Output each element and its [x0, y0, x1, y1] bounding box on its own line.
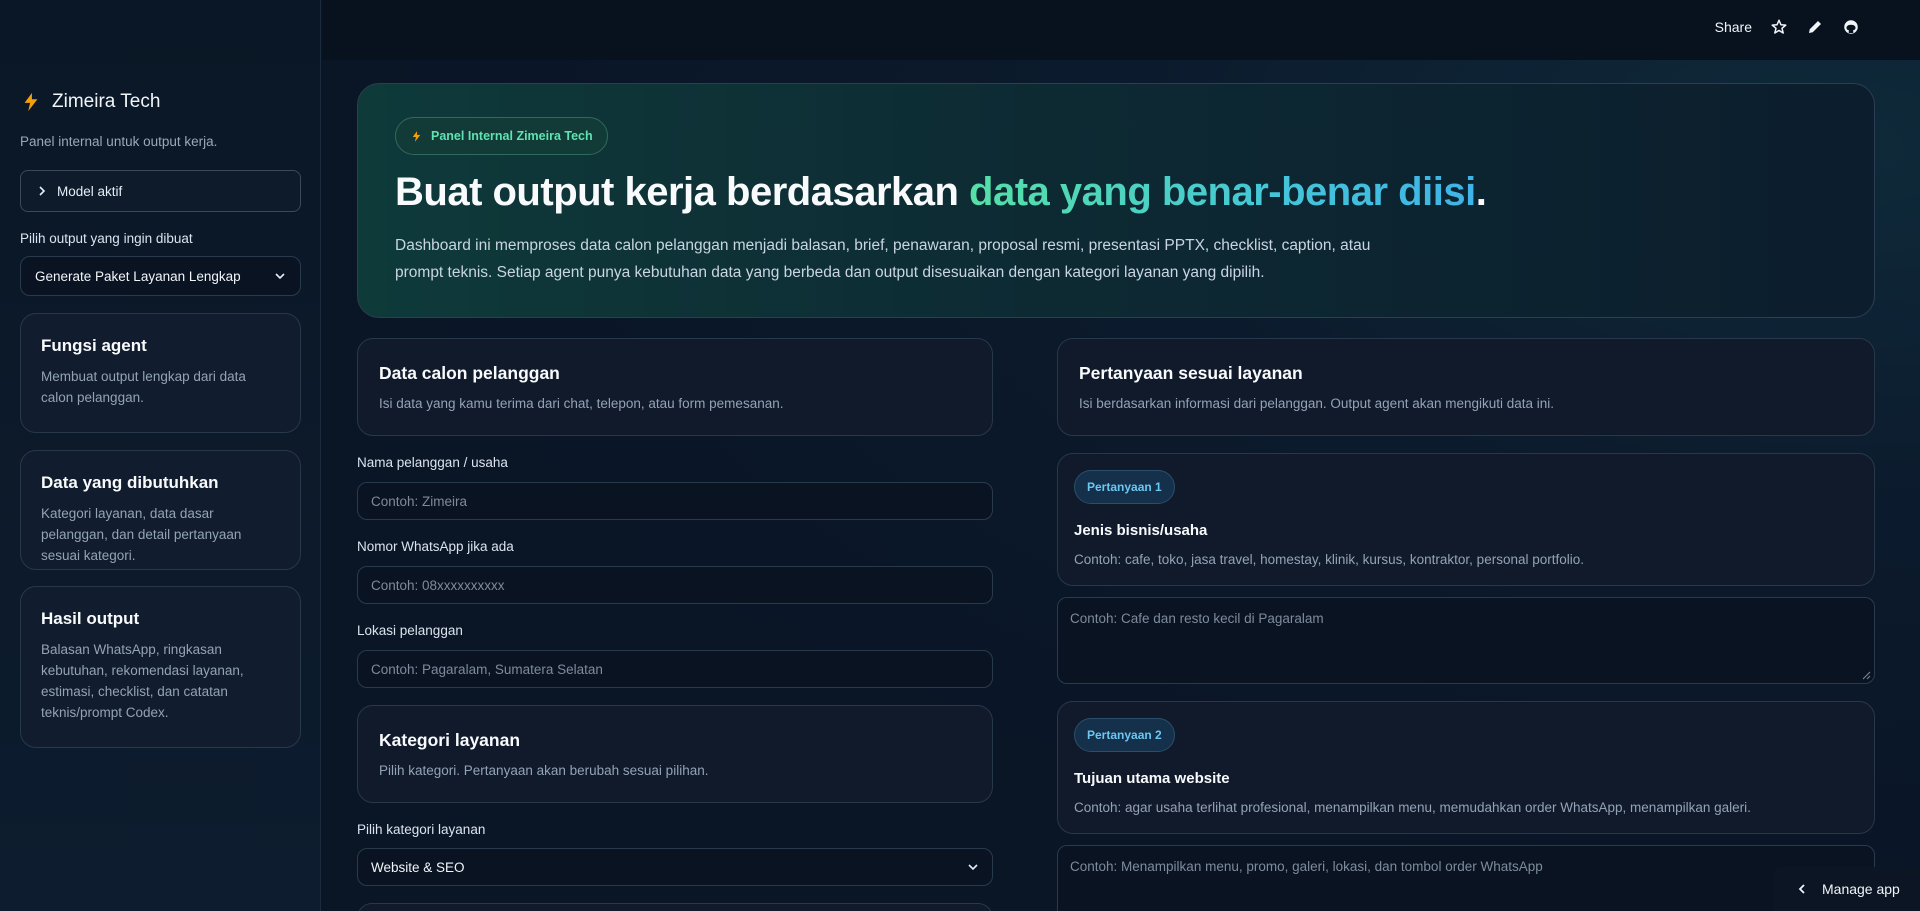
sidebar-card-data: Data yang dibutuhkan Kategori layanan, d… [20, 450, 301, 570]
output-select-label: Pilih output yang ingin dibuat [20, 231, 193, 246]
sidebar-card-title: Hasil output [41, 609, 140, 628]
github-icon[interactable] [1842, 18, 1860, 36]
name-label: Nama pelanggan / usaha [357, 455, 508, 470]
category-panel-subtitle: Pilih kategori. Pertanyaan akan berubah … [379, 763, 709, 778]
question-hint: Contoh: agar usaha terlihat profesional,… [1074, 800, 1751, 815]
question-card-2: Pertanyaan 2 Tujuan utama website Contoh… [1057, 701, 1875, 834]
question-badge: Pertanyaan 1 [1074, 470, 1175, 504]
category-panel: Kategori layanan Pilih kategori. Pertany… [357, 705, 993, 803]
questions-panel: Pertanyaan sesuai layanan Isi berdasarka… [1057, 338, 1875, 436]
lightning-icon [412, 130, 421, 142]
sidebar-card-text: Balasan WhatsApp, ringkasan kebutuhan, r… [41, 642, 244, 720]
chevron-down-icon [968, 864, 978, 871]
sidebar-card-hasil: Hasil output Balasan WhatsApp, ringkasan… [20, 586, 301, 748]
whatsapp-label: Nomor WhatsApp jika ada [357, 539, 514, 554]
next-panel-edge [357, 903, 993, 911]
question-title: Tujuan utama website [1074, 770, 1230, 787]
brand-title: Zimeira Tech [52, 91, 161, 112]
sidebar-card-fungsi: Fungsi agent Membuat output lengkap dari… [20, 313, 301, 433]
hero-title-end: . [1475, 170, 1487, 214]
lightning-icon [24, 92, 38, 112]
customer-panel: Data calon pelanggan Isi data yang kamu … [357, 338, 993, 436]
top-actions: Share [1715, 18, 1860, 36]
manage-app-button[interactable]: Manage app [1774, 867, 1920, 911]
customer-panel-title: Data calon pelanggan [379, 363, 560, 383]
star-icon[interactable] [1770, 18, 1788, 36]
category-select-value: Website & SEO [371, 859, 465, 875]
chevron-down-icon [275, 273, 285, 280]
hero-title-start: Buat output kerja berdasarkan [395, 170, 970, 214]
hero-badge: Panel Internal Zimeira Tech [395, 117, 608, 155]
sidebar-card-title: Data yang dibutuhkan [41, 473, 219, 492]
location-label: Lokasi pelanggan [357, 623, 463, 638]
question-2-textarea[interactable]: Contoh: Menampilkan menu, promo, galeri,… [1057, 845, 1875, 911]
category-select-label: Pilih kategori layanan [357, 822, 486, 837]
chevron-right-icon [39, 186, 46, 196]
output-select-value: Generate Paket Layanan Lengkap [35, 268, 241, 284]
question-hint: Contoh: cafe, toko, jasa travel, homesta… [1074, 552, 1584, 567]
whatsapp-input[interactable]: Contoh: 08xxxxxxxxxx [357, 566, 993, 604]
question-1-textarea[interactable]: Contoh: Cafe dan resto kecil di Pagarala… [1057, 597, 1875, 684]
hero-banner: Panel Internal Zimeira Tech Buat output … [357, 83, 1875, 318]
manage-app-label: Manage app [1822, 881, 1900, 897]
category-select[interactable]: Website & SEO [357, 848, 993, 886]
sidebar-card-text: Membuat output lengkap dari data calon p… [41, 369, 246, 405]
question-2-placeholder: Contoh: Menampilkan menu, promo, galeri,… [1070, 859, 1543, 874]
questions-panel-title: Pertanyaan sesuai layanan [1079, 363, 1303, 383]
customer-panel-subtitle: Isi data yang kamu terima dari chat, tel… [379, 396, 784, 411]
chevron-left-icon [1798, 884, 1805, 894]
name-input[interactable]: Contoh: Zimeira [357, 482, 993, 520]
sidebar-card-title: Fungsi agent [41, 336, 147, 355]
hero-title-highlight: data yang benar-benar diisi [969, 170, 1476, 214]
hero-description: Dashboard ini memproses data calon pelan… [395, 237, 1371, 281]
top-bar: Share [322, 0, 1920, 60]
location-input[interactable]: Contoh: Pagaralam, Sumatera Selatan [357, 650, 993, 688]
sidebar-card-text: Kategori layanan, data dasar pelanggan, … [41, 506, 242, 563]
model-expander-label: Model aktif [57, 183, 123, 199]
questions-panel-subtitle: Isi berdasarkan informasi dari pelanggan… [1079, 396, 1555, 411]
pencil-icon[interactable] [1806, 18, 1824, 36]
brand: Zimeira Tech [20, 91, 160, 113]
brand-subtitle: Panel internal untuk output kerja. [20, 134, 218, 149]
category-panel-title: Kategori layanan [379, 730, 521, 750]
share-button[interactable]: Share [1715, 19, 1752, 35]
question-card-1: Pertanyaan 1 Jenis bisnis/usaha Contoh: … [1057, 453, 1875, 586]
hero-title: Buat output kerja berdasarkan data yang … [395, 170, 1487, 215]
hero-badge-label: Panel Internal Zimeira Tech [431, 129, 593, 143]
sidebar: Zimeira Tech Panel internal untuk output… [0, 0, 321, 911]
question-badge: Pertanyaan 2 [1074, 718, 1175, 752]
resize-handle-icon[interactable] [1862, 671, 1871, 680]
model-expander[interactable]: Model aktif [20, 170, 301, 212]
question-1-placeholder: Contoh: Cafe dan resto kecil di Pagarala… [1070, 611, 1324, 626]
output-select[interactable]: Generate Paket Layanan Lengkap [20, 256, 301, 296]
question-title: Jenis bisnis/usaha [1074, 522, 1208, 539]
